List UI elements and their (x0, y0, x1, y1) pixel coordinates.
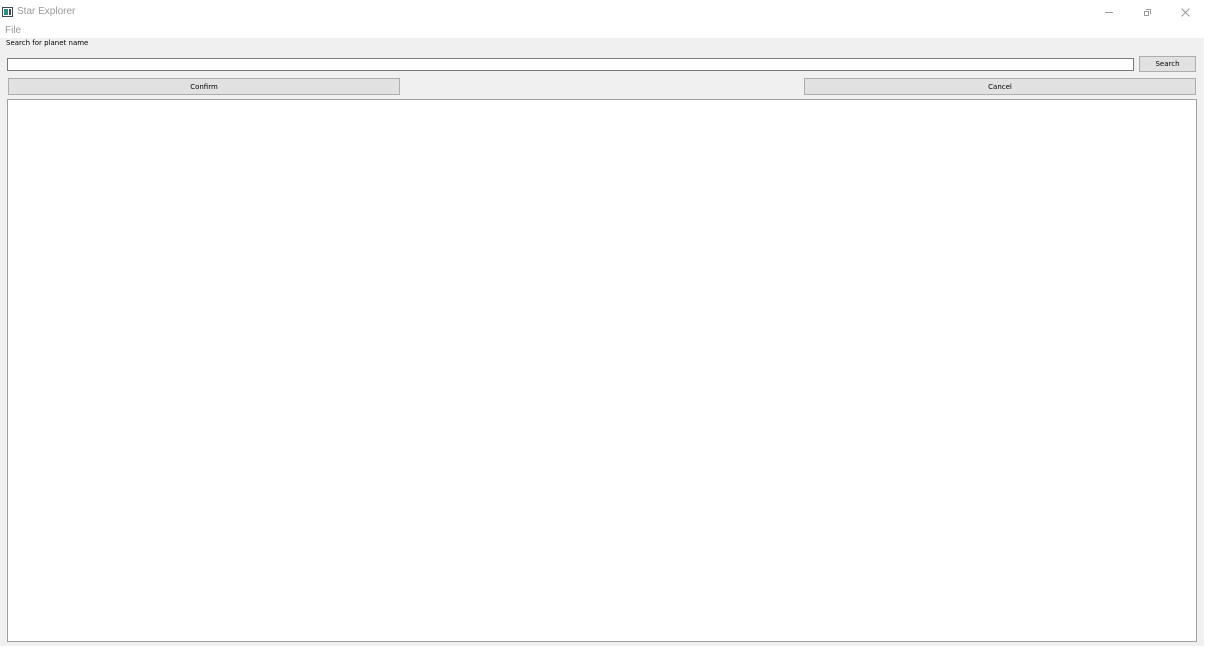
search-button[interactable]: Search (1139, 56, 1196, 72)
cancel-button[interactable]: Cancel (804, 78, 1196, 95)
menu-bar: File (0, 25, 1210, 38)
restore-icon (1143, 9, 1151, 16)
app-window-icon (2, 7, 13, 17)
title-bar[interactable]: Star Explorer (0, 0, 1210, 25)
confirm-button[interactable]: Confirm (8, 78, 400, 95)
minimize-button[interactable] (1090, 0, 1128, 25)
close-button[interactable] (1166, 0, 1204, 25)
close-icon (1181, 8, 1190, 17)
minimize-icon (1105, 12, 1113, 13)
app-window: Star Explorer File Search for planet nam… (0, 0, 1210, 648)
restore-button[interactable] (1128, 0, 1166, 25)
menu-item-file[interactable]: File (5, 25, 21, 37)
search-label: Search for planet name (6, 39, 89, 47)
main-panel: Search for planet name Search Confirm Ca… (0, 38, 1204, 646)
search-input[interactable] (7, 58, 1134, 71)
results-list[interactable] (7, 99, 1197, 642)
window-title: Star Explorer (17, 6, 76, 17)
